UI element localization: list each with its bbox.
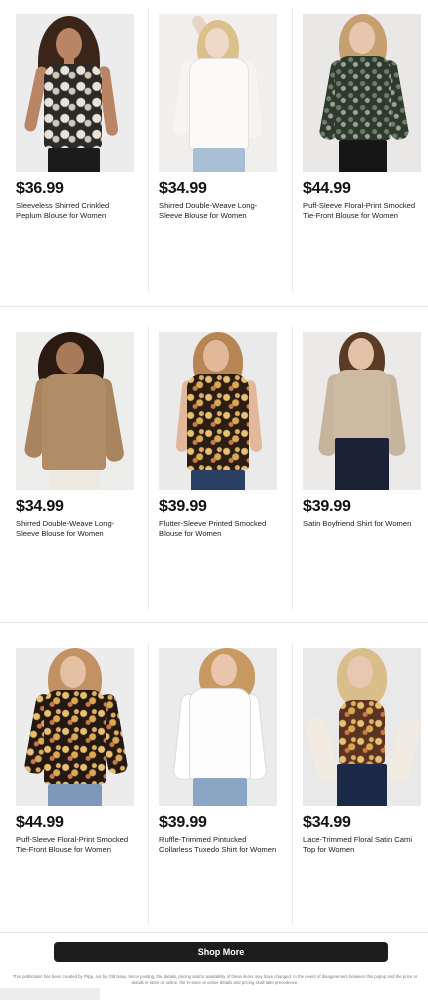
- product-card[interactable]: $34.99 Shirred Double-Weave Long-Sleeve …: [16, 332, 140, 539]
- product-name[interactable]: Puff-Sleeve Floral-Print Smocked Tie-Fro…: [303, 201, 423, 221]
- product-price: $34.99: [303, 814, 351, 831]
- product-name[interactable]: Ruffle-Trimmed Pintucked Collarless Tuxe…: [159, 835, 279, 855]
- product-row: $34.99 Shirred Double-Weave Long-Sleeve …: [0, 318, 428, 618]
- product-image[interactable]: [159, 332, 277, 490]
- product-image[interactable]: [303, 648, 421, 806]
- product-row: $36.99 Sleeveless Shirred Crinkled Peplu…: [0, 0, 428, 300]
- product-image[interactable]: [16, 648, 134, 806]
- product-card[interactable]: $39.99 Satin Boyfriend Shirt for Women: [303, 332, 427, 529]
- product-name[interactable]: Sleeveless Shirred Crinkled Peplum Blous…: [16, 201, 136, 221]
- row-divider: [0, 306, 428, 307]
- product-image[interactable]: [303, 14, 421, 172]
- product-name[interactable]: Shirred Double-Weave Long-Sleeve Blouse …: [159, 201, 279, 221]
- product-price: $39.99: [159, 498, 207, 515]
- product-image[interactable]: [303, 332, 421, 490]
- product-price: $34.99: [16, 498, 64, 515]
- product-price: $39.99: [303, 498, 351, 515]
- product-card[interactable]: $44.99 Puff-Sleeve Floral-Print Smocked …: [16, 648, 140, 855]
- bottom-bar: [0, 988, 100, 1000]
- row-divider: [0, 932, 428, 933]
- product-card[interactable]: $36.99 Sleeveless Shirred Crinkled Peplu…: [16, 14, 140, 221]
- product-name[interactable]: Flutter-Sleeve Printed Smocked Blouse fo…: [159, 519, 279, 539]
- product-card[interactable]: $39.99 Flutter-Sleeve Printed Smocked Bl…: [159, 332, 283, 539]
- product-name[interactable]: Satin Boyfriend Shirt for Women: [303, 519, 423, 529]
- product-name[interactable]: Puff-Sleeve Floral-Print Smocked Tie-Fro…: [16, 835, 136, 855]
- product-price: $36.99: [16, 180, 64, 197]
- product-card[interactable]: $44.99 Puff-Sleeve Floral-Print Smocked …: [303, 14, 427, 221]
- product-card[interactable]: $34.99 Lace-Trimmed Floral Satin Cami To…: [303, 648, 427, 855]
- product-name[interactable]: Shirred Double-Weave Long-Sleeve Blouse …: [16, 519, 136, 539]
- product-image[interactable]: [159, 648, 277, 806]
- column-divider: [148, 8, 149, 292]
- product-name[interactable]: Lace-Trimmed Floral Satin Cami Top for W…: [303, 835, 423, 855]
- disclaimer-text: This publication has been created by Fli…: [12, 974, 418, 985]
- column-divider: [292, 642, 293, 926]
- column-divider: [148, 326, 149, 610]
- column-divider: [148, 642, 149, 926]
- product-image[interactable]: [16, 332, 134, 490]
- product-price: $34.99: [159, 180, 207, 197]
- product-price: $44.99: [303, 180, 351, 197]
- product-price: $44.99: [16, 814, 64, 831]
- product-image[interactable]: [16, 14, 134, 172]
- shop-more-button[interactable]: Shop More: [54, 942, 388, 962]
- product-card[interactable]: $39.99 Ruffle-Trimmed Pintucked Collarle…: [159, 648, 283, 855]
- product-card[interactable]: $34.99 Shirred Double-Weave Long-Sleeve …: [159, 14, 283, 221]
- product-price: $39.99: [159, 814, 207, 831]
- column-divider: [292, 8, 293, 292]
- product-image[interactable]: [159, 14, 277, 172]
- product-row: $44.99 Puff-Sleeve Floral-Print Smocked …: [0, 634, 428, 934]
- column-divider: [292, 326, 293, 610]
- row-divider: [0, 622, 428, 623]
